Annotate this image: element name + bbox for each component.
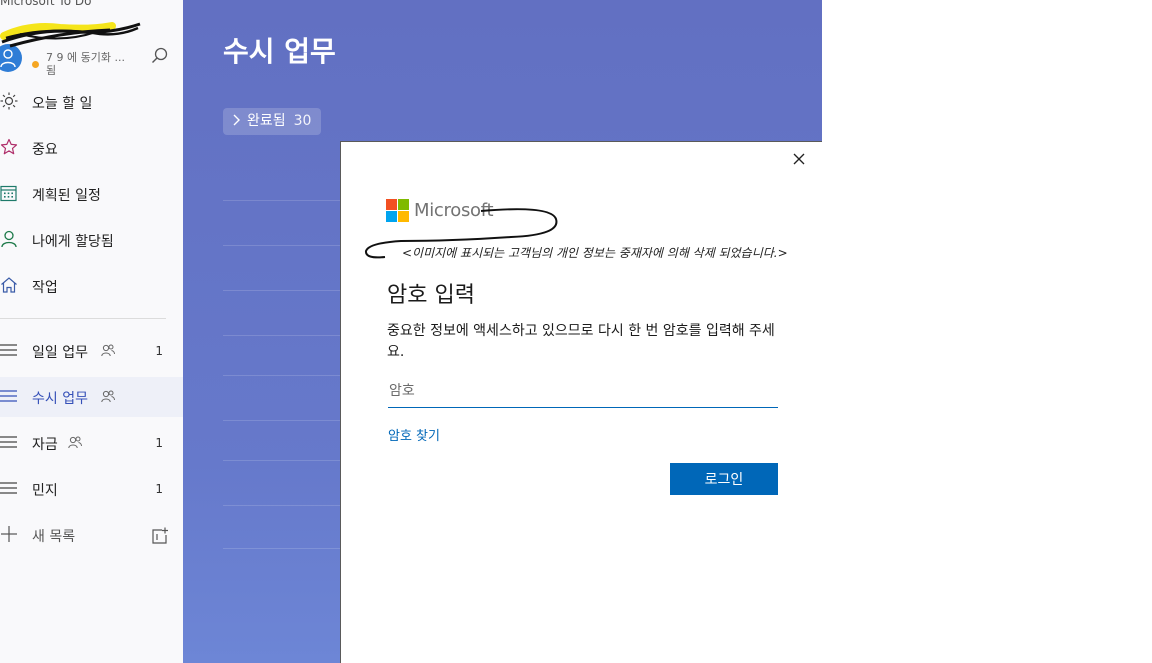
sidebar-item-label: 일일 업무 bbox=[32, 345, 88, 361]
close-button[interactable] bbox=[791, 151, 807, 167]
sidebar-item-label: 계획된 일정 bbox=[32, 188, 101, 204]
forgot-password-link[interactable]: 암호 찾기 bbox=[388, 425, 440, 444]
search-button[interactable] bbox=[150, 46, 170, 66]
app-title: Microsoft To Do bbox=[0, 0, 92, 8]
sun-icon bbox=[0, 92, 18, 110]
sidebar-item-label: 나에게 할당됨 bbox=[32, 234, 114, 250]
sidebar-item-label: 민지 bbox=[32, 483, 58, 499]
row-divider bbox=[223, 505, 343, 506]
sidebar-item-my-day[interactable]: 오늘 할 일 bbox=[0, 82, 183, 122]
list-icon bbox=[0, 390, 17, 402]
completed-toggle[interactable]: 완료됨 30 bbox=[223, 108, 322, 135]
sidebar: Microsoft To Do 7 9 에 동기화 ... 됨 오늘 할 일 중… bbox=[0, 0, 183, 663]
account-header[interactable]: 7 9 에 동기화 ... 됨 bbox=[0, 22, 183, 80]
sidebar-list-adhoc-tasks[interactable]: 수시 업무 bbox=[0, 377, 183, 417]
sidebar-item-label: 오늘 할 일 bbox=[32, 96, 93, 112]
person-icon bbox=[1, 230, 17, 248]
list-title[interactable]: 수시 업무 bbox=[223, 30, 336, 70]
password-input[interactable] bbox=[388, 374, 778, 408]
row-divider bbox=[223, 290, 343, 291]
new-group-button[interactable] bbox=[151, 527, 169, 545]
row-divider bbox=[223, 548, 343, 549]
sidebar-item-assigned-to-me[interactable]: 나에게 할당됨 bbox=[0, 220, 183, 260]
row-divider bbox=[223, 420, 343, 421]
sidebar-item-label: 중요 bbox=[32, 142, 58, 158]
sync-status-dot bbox=[32, 61, 39, 68]
shared-list-icon bbox=[68, 436, 82, 449]
row-divider bbox=[223, 200, 343, 201]
sidebar-item-label: 작업 bbox=[32, 280, 58, 296]
row-divider bbox=[223, 375, 343, 376]
list-task-count: 1 bbox=[155, 482, 163, 496]
sidebar-divider bbox=[0, 318, 166, 319]
privacy-notice: <이미지에 표시되는 고객님의 개인 정보는 중재자에 의해 삭제 되었습니다.… bbox=[402, 246, 788, 260]
shared-list-icon bbox=[101, 390, 115, 403]
list-icon bbox=[0, 482, 17, 494]
dialog-description: 중요한 정보에 액세스하고 있으므로 다시 한 번 암호를 입력해 주세요. bbox=[387, 323, 775, 360]
completed-label: 완료됨 bbox=[247, 113, 286, 129]
row-divider bbox=[223, 245, 343, 246]
list-task-count: 1 bbox=[155, 344, 163, 358]
shared-list-icon bbox=[101, 344, 115, 357]
new-list-label: 새 목록 bbox=[32, 529, 76, 545]
row-divider bbox=[223, 460, 343, 461]
signin-dialog: Microsoft <이미지에 표시되는 고객님의 개인 정보는 중재자에 의해… bbox=[340, 141, 822, 663]
sidebar-item-tasks[interactable]: 작업 bbox=[0, 266, 183, 306]
star-icon bbox=[0, 138, 18, 155]
dialog-title: 암호 입력 bbox=[387, 283, 475, 308]
sidebar-item-label: 자금 bbox=[32, 437, 58, 453]
sidebar-list-daily-tasks[interactable]: 일일 업무 1 bbox=[0, 331, 183, 371]
sidebar-item-planned[interactable]: 계획된 일정 bbox=[0, 174, 183, 214]
list-icon bbox=[0, 344, 17, 356]
sidebar-list-minji[interactable]: 민지 1 bbox=[0, 469, 183, 509]
calendar-icon bbox=[0, 185, 17, 202]
home-icon bbox=[1, 277, 17, 293]
list-task-count: 1 bbox=[155, 436, 163, 450]
sidebar-list-funds[interactable]: 자금 1 bbox=[0, 423, 183, 463]
new-group-icon bbox=[152, 527, 168, 544]
chevron-right-icon bbox=[233, 114, 240, 126]
close-icon bbox=[793, 153, 805, 165]
search-icon bbox=[152, 47, 168, 63]
row-divider bbox=[223, 335, 343, 336]
completed-count: 30 bbox=[293, 113, 312, 129]
sidebar-item-label: 수시 업무 bbox=[32, 391, 88, 407]
sync-status-text: 7 9 에 동기화 ... 됨 bbox=[46, 51, 125, 77]
list-icon bbox=[0, 436, 17, 448]
signin-button[interactable]: 로그인 bbox=[670, 463, 778, 495]
plus-icon bbox=[1, 526, 17, 542]
todo-app-window: Microsoft To Do 7 9 에 동기화 ... 됨 오늘 할 일 중… bbox=[0, 0, 1152, 663]
sidebar-item-important[interactable]: 중요 bbox=[0, 128, 183, 168]
